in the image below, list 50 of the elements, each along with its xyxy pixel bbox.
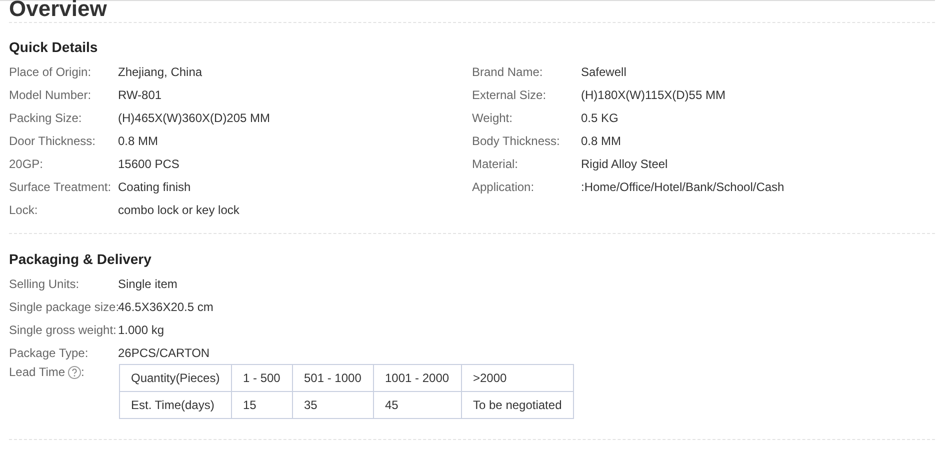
field-value: 0.5 KG — [581, 110, 618, 124]
field-value: combo lock or key lock — [118, 202, 240, 216]
field-label: Selling Units: — [9, 276, 80, 290]
table-cell: 15 — [232, 392, 292, 418]
field-value: RW-801 — [118, 88, 162, 102]
field-label: Brand Name: — [472, 64, 544, 78]
field-label: Package Type: — [9, 346, 90, 360]
field-label: Lock: — [9, 202, 39, 216]
field-value: 0.8 MM — [118, 134, 158, 148]
section-heading: Quick Details — [9, 38, 99, 57]
table-cell: 1 - 500 — [232, 364, 292, 392]
field-value: 46.5X36X20.5 cm — [118, 300, 214, 314]
field-value: (H)465X(W)360X(D)205 MM — [118, 110, 270, 124]
field-label: Application: — [472, 180, 536, 194]
field-label: Body Thickness: — [472, 134, 561, 148]
field-value: 15600 PCS — [118, 156, 180, 170]
field-label: Place of Origin: — [9, 64, 92, 78]
field-value: Safewell — [581, 64, 626, 78]
field-value: Coating finish — [118, 180, 191, 194]
table-cell: Quantity(Pieces) — [120, 364, 232, 392]
field-value: Zhejiang, China — [118, 64, 202, 78]
field-value: 0.8 MM — [581, 134, 622, 148]
table-cell: Est. Time(days) — [120, 392, 232, 418]
field-label: Weight: — [472, 110, 514, 124]
field-label: External Size: — [472, 88, 548, 102]
page-title: Overview — [9, 0, 108, 22]
table-cell: 501 - 1000 — [292, 364, 374, 392]
help-icon[interactable] — [68, 366, 82, 378]
field-label: 20GP: — [9, 156, 44, 170]
field-value: 26PCS/CARTON — [118, 346, 210, 360]
table-cell: >2000 — [462, 364, 574, 392]
field-value: :Home/Office/Hotel/Bank/School/Cash — [581, 180, 784, 194]
section-heading: Packaging & Delivery — [9, 250, 152, 269]
table-cell: 35 — [292, 392, 374, 418]
field-label: Packing Size: — [9, 110, 83, 124]
field-label: Material: — [472, 156, 520, 170]
table-cell: 1001 - 2000 — [374, 364, 462, 392]
field-value: 1.000 kg — [118, 322, 164, 336]
field-label: Model Number: — [9, 88, 92, 102]
field-label: Door Thickness: — [9, 134, 96, 148]
table-cell: To be negotiated — [462, 392, 574, 418]
field-value: Single item — [118, 276, 178, 290]
field-label: Surface Treatment: — [9, 180, 112, 194]
field-label: Single package size: — [9, 300, 118, 314]
field-label: Single gross weight: — [9, 322, 118, 336]
label-colon: : — [81, 365, 84, 379]
field-value: Rigid Alloy Steel — [581, 156, 668, 170]
field-value: (H)180X(W)115X(D)55 MM — [581, 88, 726, 102]
field-label: Lead Time — [9, 365, 66, 379]
table-cell: 45 — [374, 392, 462, 418]
